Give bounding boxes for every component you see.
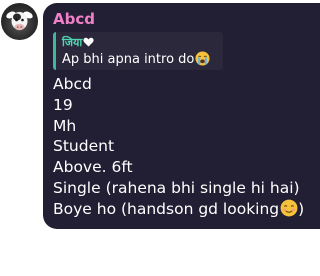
- reply-text-content: Ap bhi apna intro do: [62, 52, 195, 67]
- message-line: Abcd: [53, 75, 92, 93]
- white-heart-icon: [83, 37, 94, 47]
- loudly-crying-face-emoji: [195, 51, 210, 66]
- smiling-face-emoji: [280, 199, 298, 217]
- message-body: Abcd 19 Mh Student Above. 6ft Single (ra…: [53, 74, 304, 220]
- cow-avatar-icon: [6, 11, 33, 31]
- message-line: Above. 6ft: [53, 158, 133, 177]
- reply-author-name: जिया: [62, 36, 83, 49]
- reply-author: जिया: [62, 35, 94, 50]
- message-bubble[interactable]: Abcd जिया Ap bhi apna intro do Abcd 19 M…: [43, 3, 320, 229]
- message-line: Single (rahena bhi single hi hai): [53, 178, 300, 197]
- quoted-reply[interactable]: जिया Ap bhi apna intro do: [53, 32, 223, 70]
- avatar[interactable]: [1, 3, 38, 40]
- message-line: 19: [53, 95, 73, 114]
- sender-name[interactable]: Abcd: [53, 10, 95, 28]
- message-line-text: Boye ho (handson gd looking: [53, 199, 280, 218]
- message-line-suffix: ): [298, 199, 305, 218]
- message-line: Student: [53, 137, 115, 156]
- reply-text: Ap bhi apna intro do: [62, 51, 210, 67]
- message-line: Mh: [53, 116, 77, 135]
- message-line-last: Boye ho (handson gd looking): [53, 199, 304, 220]
- reply-accent-bar: [53, 32, 56, 70]
